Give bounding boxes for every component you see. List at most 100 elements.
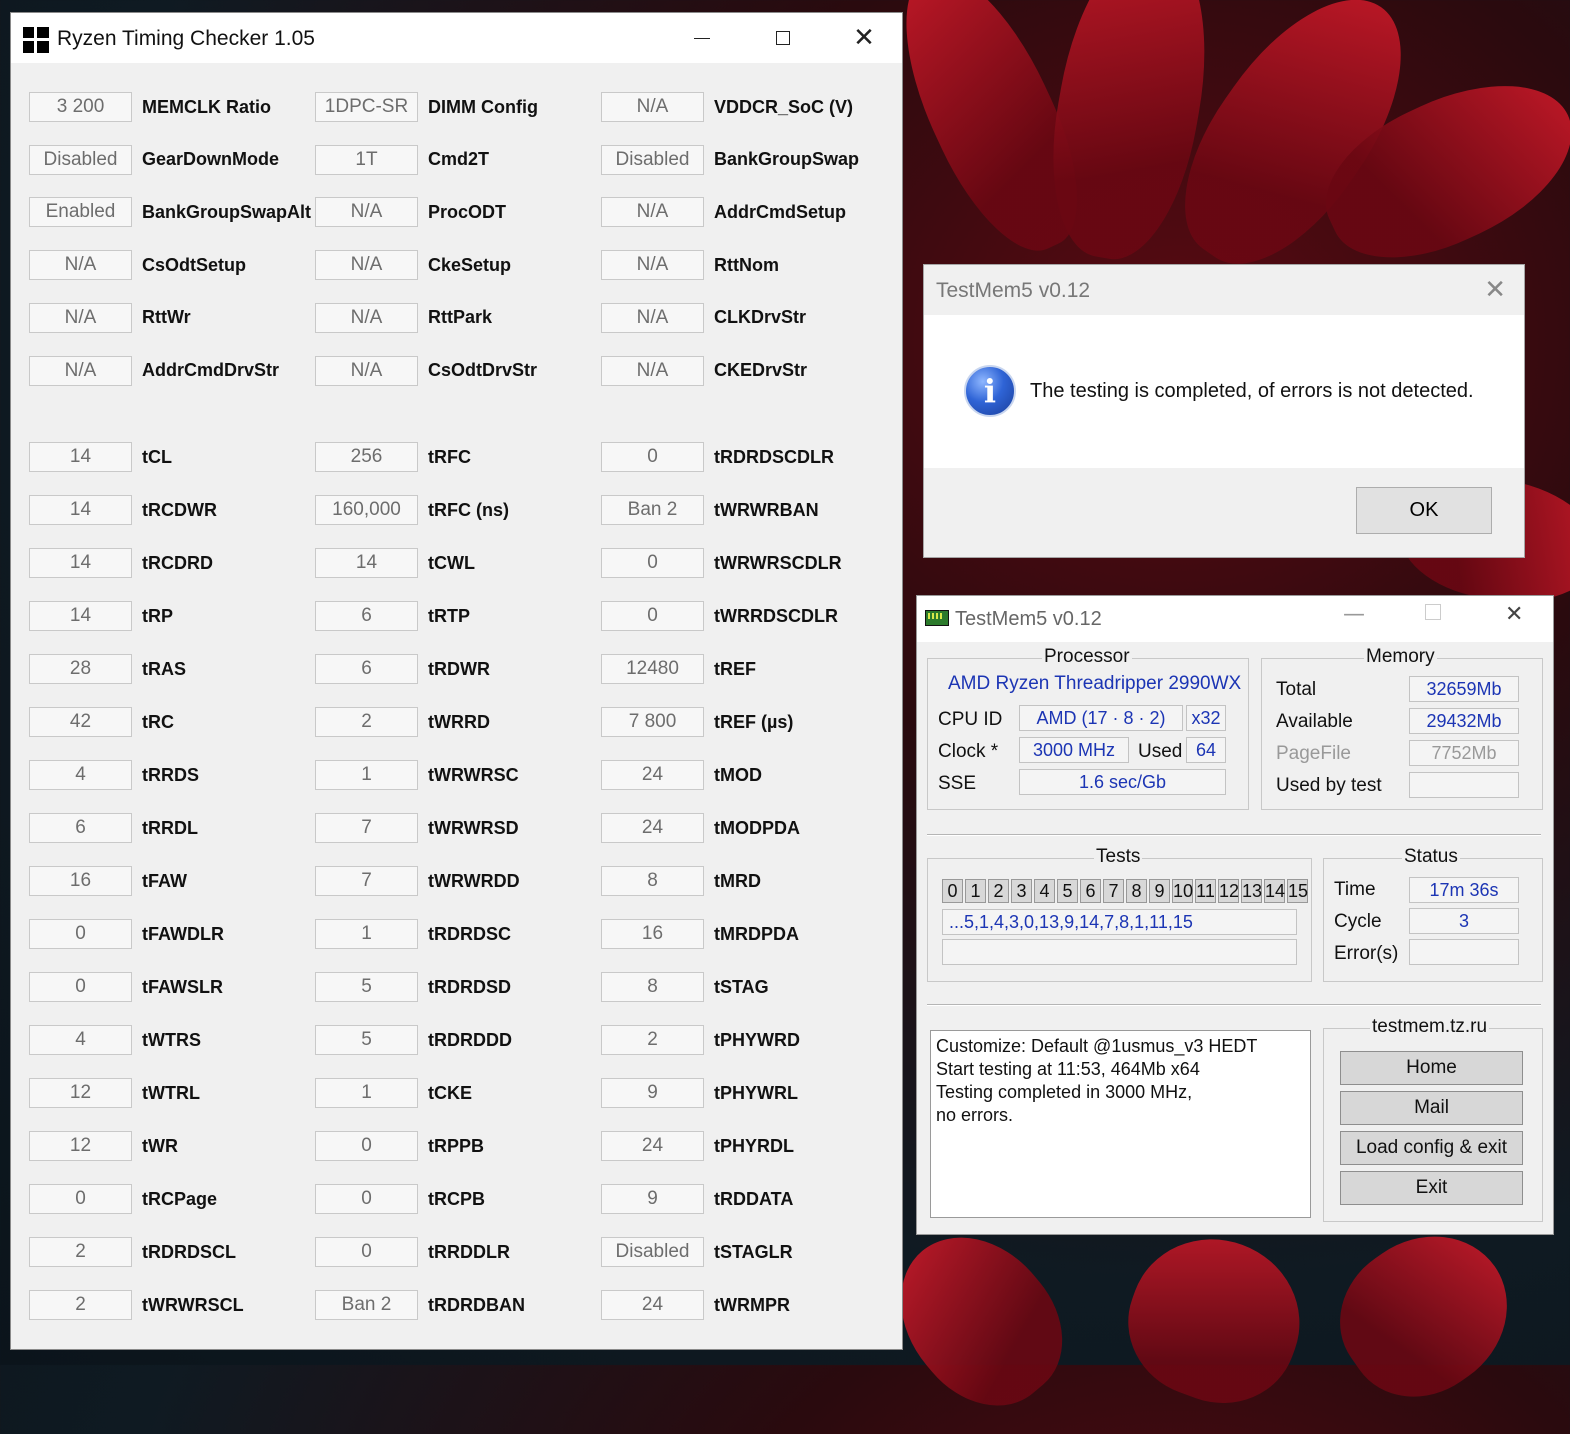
timing-value[interactable]: 1T xyxy=(315,144,418,175)
close-button[interactable]: ✕ xyxy=(825,13,903,63)
timing-value[interactable]: N/A xyxy=(601,355,704,386)
ok-button[interactable]: OK xyxy=(1356,487,1492,534)
timing-value[interactable]: N/A xyxy=(29,250,132,281)
timing-value[interactable]: 24 xyxy=(601,813,704,843)
close-icon[interactable]: ✕ xyxy=(1505,602,1523,627)
timing-value[interactable]: 7 xyxy=(315,866,418,896)
timing-field: 0 tFAWSLR xyxy=(29,972,223,1002)
timing-value[interactable]: 0 xyxy=(29,972,132,1002)
timing-value[interactable]: 8 xyxy=(601,972,704,1002)
timing-value[interactable]: 1DPC-SR xyxy=(315,92,418,122)
title-bar[interactable]: Ryzen Timing Checker 1.05 ✕ xyxy=(11,13,902,63)
timing-value[interactable]: 6 xyxy=(315,654,418,684)
timing-value[interactable]: 0 xyxy=(29,1184,132,1214)
timing-field: 8 tSTAG xyxy=(601,972,769,1002)
log-output[interactable]: Customize: Default @1usmus_v3 HEDT Start… xyxy=(930,1030,1311,1218)
maximize-button[interactable] xyxy=(744,13,822,63)
timing-value[interactable]: 9 xyxy=(601,1184,704,1214)
timing-value[interactable]: 2 xyxy=(315,707,418,737)
timing-value[interactable]: 4 xyxy=(29,1025,132,1055)
timing-value[interactable]: N/A xyxy=(601,250,704,281)
timing-value[interactable]: 12 xyxy=(29,1078,132,1108)
timing-label: tWR xyxy=(142,1135,178,1156)
timing-value[interactable]: N/A xyxy=(29,302,132,333)
timing-label: AddrCmdDrvStr xyxy=(142,360,280,380)
dialog-close-icon[interactable]: ✕ xyxy=(1484,275,1506,305)
timing-field: Ban 2 tRDRDBAN xyxy=(315,1290,525,1320)
title-bar[interactable]: TestMem5 v0.12 — ✕ xyxy=(917,596,1553,642)
timing-value[interactable]: 0 xyxy=(601,548,704,578)
timing-value[interactable]: 42 xyxy=(29,707,132,737)
test-indicator: 12 xyxy=(1218,879,1240,903)
timing-field: 2 tPHYWRD xyxy=(601,1025,800,1055)
minimize-icon[interactable]: — xyxy=(1343,602,1365,627)
timing-value[interactable]: 2 xyxy=(29,1290,132,1320)
timing-field: 12 tWTRL xyxy=(29,1078,200,1108)
timing-value[interactable]: 1 xyxy=(315,1078,418,1108)
timing-value[interactable]: N/A xyxy=(315,250,418,281)
timing-value[interactable]: Ban 2 xyxy=(601,495,704,525)
test-indicator: 8 xyxy=(1126,879,1147,903)
timing-value[interactable]: 6 xyxy=(29,813,132,843)
timing-value[interactable]: 6 xyxy=(315,601,418,631)
timing-value[interactable]: N/A xyxy=(601,197,704,228)
timing-value[interactable]: 7 800 xyxy=(601,707,704,737)
mail-button[interactable]: Mail xyxy=(1340,1091,1523,1125)
minimize-button[interactable] xyxy=(663,13,741,63)
timing-field: 14 tCWL xyxy=(315,548,475,578)
timing-value[interactable]: 1 xyxy=(315,919,418,949)
timing-value[interactable]: 28 xyxy=(29,654,132,684)
timing-field: 2 tRDRDSCL xyxy=(29,1237,236,1267)
timing-value[interactable]: N/A xyxy=(601,92,704,122)
timing-value[interactable]: Enabled xyxy=(29,197,132,228)
timing-label: CKEDrvStr xyxy=(714,360,808,380)
timing-value[interactable]: 24 xyxy=(601,760,704,790)
timing-value[interactable]: 0 xyxy=(315,1184,418,1214)
timing-value[interactable]: 14 xyxy=(29,495,132,525)
timing-value[interactable]: 12 xyxy=(29,1131,132,1161)
timing-value[interactable]: Disabled xyxy=(29,144,132,175)
timing-value[interactable]: 16 xyxy=(601,919,704,949)
timing-value[interactable]: 3 200 xyxy=(29,92,132,122)
timing-value[interactable]: 0 xyxy=(29,919,132,949)
timing-label: tRPPB xyxy=(428,1135,485,1156)
timing-value[interactable]: 7 xyxy=(315,813,418,843)
timing-value[interactable]: Disabled xyxy=(601,1237,704,1267)
timing-value[interactable]: 9 xyxy=(601,1078,704,1108)
timing-value[interactable]: 0 xyxy=(601,601,704,631)
timing-value[interactable]: 160,000 xyxy=(315,495,418,525)
timing-value[interactable]: 14 xyxy=(29,548,132,578)
timing-value[interactable]: 8 xyxy=(601,866,704,896)
pagefile-label: PageFile xyxy=(1276,743,1351,764)
timing-value[interactable]: N/A xyxy=(315,197,418,228)
timing-value[interactable]: 0 xyxy=(315,1237,418,1267)
home-button[interactable]: Home xyxy=(1340,1051,1523,1085)
timing-value[interactable]: 14 xyxy=(29,601,132,631)
timing-value[interactable]: 1 xyxy=(315,760,418,790)
timing-value[interactable]: 5 xyxy=(315,1025,418,1055)
timing-value[interactable]: 2 xyxy=(29,1237,132,1267)
timing-value[interactable]: N/A xyxy=(315,355,418,386)
timing-value[interactable]: 12480 xyxy=(601,654,704,684)
load-config-exit-button[interactable]: Load config & exit xyxy=(1340,1131,1523,1165)
timing-value[interactable]: Disabled xyxy=(601,144,704,175)
timing-value[interactable]: 14 xyxy=(315,548,418,578)
timing-value[interactable]: 16 xyxy=(29,866,132,896)
timing-value[interactable]: 0 xyxy=(315,1131,418,1161)
timing-value[interactable]: 256 xyxy=(315,442,418,472)
timing-value[interactable]: Ban 2 xyxy=(315,1290,418,1320)
timing-value[interactable]: 24 xyxy=(601,1131,704,1161)
exit-button[interactable]: Exit xyxy=(1340,1171,1523,1205)
timing-field: 7 tWRWRSD xyxy=(315,813,519,843)
timing-value[interactable]: 24 xyxy=(601,1290,704,1320)
timing-value[interactable]: 14 xyxy=(29,442,132,472)
timing-value[interactable]: 4 xyxy=(29,760,132,790)
memory-group: Memory Total 32659Mb Available 29432Mb P… xyxy=(1261,646,1543,810)
maximize-icon[interactable] xyxy=(1425,604,1441,620)
timing-value[interactable]: 0 xyxy=(601,442,704,472)
timing-value[interactable]: N/A xyxy=(315,302,418,333)
timing-value[interactable]: N/A xyxy=(601,302,704,333)
timing-value[interactable]: 2 xyxy=(601,1025,704,1055)
timing-value[interactable]: 5 xyxy=(315,972,418,1002)
timing-value[interactable]: N/A xyxy=(29,355,132,386)
